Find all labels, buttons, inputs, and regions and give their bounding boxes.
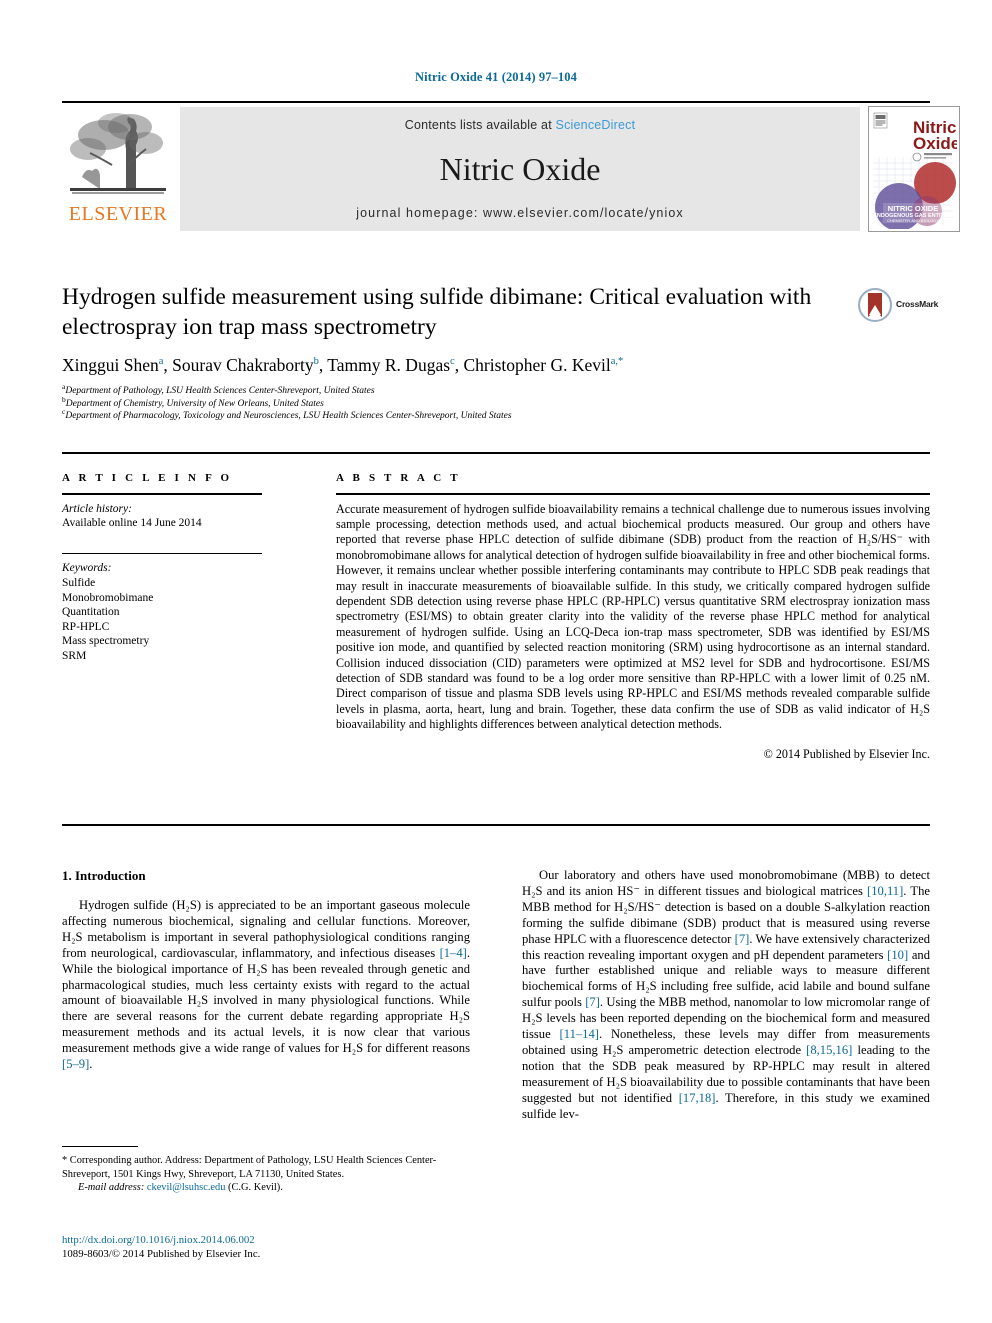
section-heading-introduction: 1. Introduction: [62, 868, 146, 883]
email-label: E-mail address:: [78, 1182, 145, 1194]
intro-paragraph-left: Hydrogen sulfide (H₂S) is appreciated to…: [62, 898, 470, 1073]
email-link[interactable]: ckevil@lsuhsc.edu: [147, 1182, 226, 1193]
affiliation-text: Department of Pharmacology, Toxicology a…: [65, 411, 512, 422]
footnote-text: * Corresponding author. Address: Departm…: [62, 1154, 470, 1181]
svg-text:Oxide: Oxide: [913, 134, 957, 153]
abstract-heading: A B S T R A C T: [336, 472, 461, 484]
citation-ref[interactable]: [10]: [887, 948, 908, 962]
email-suffix: (C.G. Kevil).: [225, 1182, 283, 1194]
article-info-rule-1: [62, 493, 262, 495]
intro-text-c: .: [89, 1057, 93, 1072]
journal-homepage-link[interactable]: journal homepage: www.elsevier.com/locat…: [180, 206, 860, 220]
footnote-rule: [62, 1146, 138, 1148]
body-column-right: Our laboratory and others have used mono…: [522, 868, 930, 1123]
footnote-email-line: E-mail address: ckevil@lsuhsc.edu (C.G. …: [62, 1181, 470, 1194]
abstract-column: A B S T R A C T Accurate measurement of …: [336, 472, 930, 762]
affiliation-item: cDepartment of Pharmacology, Toxicology …: [62, 408, 852, 423]
crossmark-label: CrossMark: [896, 299, 939, 309]
citation-ref[interactable]: [10,11]: [867, 884, 903, 898]
corresponding-author-footnote: * Corresponding author. Address: Departm…: [62, 1146, 470, 1195]
article-info-column: A R T I C L E I N F O Article history: A…: [62, 472, 262, 664]
intro-paragraph-right: Our laboratory and others have used mono…: [522, 868, 930, 1123]
author-affil-mark: b: [313, 356, 319, 368]
title-block: Hydrogen sulfide measurement using sulfi…: [62, 282, 852, 423]
affiliation-list: aDepartment of Pathology, LSU Health Sci…: [62, 383, 852, 423]
author-list: Xinggui Shena, Sourav Chakrabortyb, Tamm…: [62, 355, 624, 375]
keyword-item: Sulfide: [62, 576, 96, 589]
article-history-label: Article history:: [62, 502, 132, 515]
article-history: Article history: Available online 14 Jun…: [62, 502, 262, 531]
svg-text:CHEMISTRY AND BIOLOGY: CHEMISTRY AND BIOLOGY: [887, 218, 939, 223]
keyword-item: Mass spectrometry: [62, 635, 150, 648]
intro-text-a: Hydrogen sulfide (H₂S) is appreciated to…: [62, 898, 470, 960]
page-title: Hydrogen sulfide measurement using sulfi…: [62, 284, 812, 340]
abstract-text: Accurate measurement of hydrogen sulfide…: [336, 501, 930, 732]
author-name: Tammy R. Dugas: [327, 355, 451, 375]
journal-masthead: ELSEVIER Contents lists available at Sci…: [62, 101, 960, 232]
svg-text:NITRIC OXIDE: NITRIC OXIDE: [888, 204, 938, 213]
issn-copyright-line: 1089-8603/© 2014 Published by Elsevier I…: [62, 1247, 261, 1260]
body-column-left: 1. Introduction Hydrogen sulfide (H₂S) i…: [62, 868, 470, 1073]
citation-ref[interactable]: [7]: [585, 995, 600, 1009]
author-name: Christopher G. Kevil: [463, 355, 611, 375]
citation-ref[interactable]: [1–4]: [440, 946, 467, 960]
contents-prefix: Contents lists available at: [404, 118, 556, 132]
elsevier-logo: ELSEVIER: [62, 107, 174, 231]
author-affil-mark: a,*: [610, 356, 624, 368]
journal-cover-svg: Nitric Oxide NITRIC OXIDE ENDOGENOUS GAS…: [869, 107, 959, 231]
keyword-item: Quantitation: [62, 606, 120, 619]
crossmark-icon: [858, 288, 892, 322]
intro-text-b: . While the biological importance of H₂S…: [62, 945, 470, 1056]
contents-available-line: Contents lists available at ScienceDirec…: [180, 118, 860, 132]
elsevier-tree-svg: [70, 113, 166, 194]
article-history-value: Available online 14 June 2014: [62, 517, 202, 530]
citation-ref[interactable]: [7]: [735, 932, 750, 946]
publication-block: http://dx.doi.org/10.1016/j.niox.2014.06…: [62, 1234, 482, 1261]
article-info-heading: A R T I C L E I N F O: [62, 472, 233, 484]
journal-article-page: Nitric Oxide 41 (2014) 97–104 ELSEVIER C…: [0, 0, 992, 1323]
elsevier-wordmark: ELSEVIER: [68, 203, 168, 225]
info-band-top-rule: [62, 452, 930, 454]
keyword-item: RP-HPLC: [62, 620, 110, 633]
sciencedirect-link[interactable]: ScienceDirect: [556, 118, 636, 132]
citation-ref[interactable]: [11–14]: [560, 1027, 599, 1041]
article-info-rule-2: [62, 552, 262, 555]
keyword-item: Monobromobimane: [62, 591, 154, 604]
journal-cover-image: Nitric Oxide NITRIC OXIDE ENDOGENOUS GAS…: [868, 106, 960, 232]
keywords-label: Keywords:: [62, 562, 112, 575]
masthead-top-rule: [62, 101, 930, 103]
doi-link[interactable]: http://dx.doi.org/10.1016/j.niox.2014.06…: [62, 1234, 482, 1248]
running-head: Nitric Oxide 41 (2014) 97–104: [415, 70, 577, 84]
footnote-corresponding: Corresponding author. Address: Departmen…: [62, 1155, 437, 1180]
citation-ref[interactable]: [8,15,16]: [806, 1043, 852, 1057]
affiliation-item: aDepartment of Pathology, LSU Health Sci…: [62, 383, 852, 398]
abstract-rule: [336, 493, 930, 495]
citation-ref[interactable]: [5–9]: [62, 1057, 89, 1071]
elsevier-tree-icon: [68, 109, 168, 201]
author-affil-mark: c: [450, 356, 455, 368]
info-band-bottom-rule: [62, 824, 930, 826]
journal-title: Nitric Oxide: [439, 151, 601, 187]
crossmark-badge[interactable]: CrossMark: [858, 288, 944, 326]
author-affil-mark: a: [158, 356, 164, 368]
masthead-gray-band: Contents lists available at ScienceDirec…: [180, 107, 860, 231]
author-name: Sourav Chakraborty: [172, 355, 314, 375]
keyword-item: SRM: [62, 649, 87, 662]
affiliation-item: bDepartment of Chemistry, University of …: [62, 395, 852, 411]
abstract-copyright: © 2014 Published by Elsevier Inc.: [763, 746, 930, 761]
citation-ref[interactable]: [17,18]: [679, 1091, 716, 1105]
affiliation-text: Department of Chemistry, University of N…: [65, 398, 324, 409]
affiliation-text: Department of Pathology, LSU Health Scie…: [65, 386, 375, 396]
keywords-block: Keywords: Sulfide Monobromobimane Quanti…: [62, 561, 262, 663]
author-name: Xinggui Shen: [62, 355, 159, 375]
